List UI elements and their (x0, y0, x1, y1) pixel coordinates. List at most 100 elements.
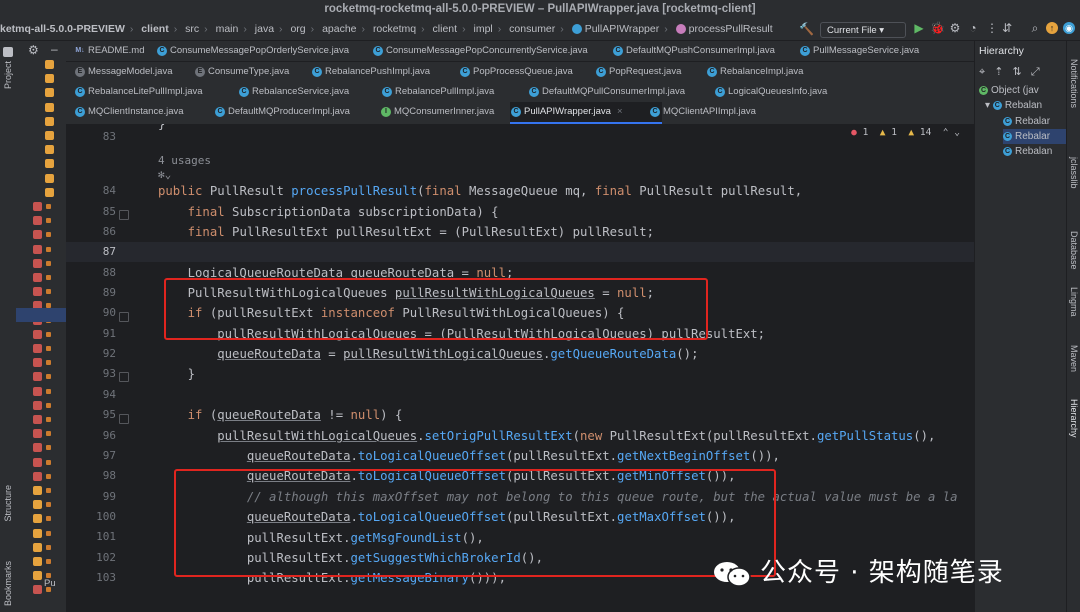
breadcrumb-item[interactable]: apache (322, 18, 356, 40)
gear-icon[interactable]: ⚙ (28, 43, 39, 57)
breadcrumb-item[interactable]: consumer (509, 18, 555, 40)
tree-node-icon[interactable] (45, 74, 54, 84)
vcs-icon[interactable]: ⇵ (1000, 21, 1014, 35)
run-configuration-select[interactable]: Current File ▾ (820, 22, 906, 38)
tree-node-icon[interactable] (33, 329, 42, 339)
expand-icon[interactable]: ⤢ (1031, 66, 1040, 78)
breadcrumb-item[interactable]: org (290, 18, 305, 40)
tab-rebalance-impl[interactable]: C RebalanceImpl.java (706, 62, 803, 82)
tree-node-icon[interactable] (33, 273, 42, 282)
tree-node-icon[interactable] (33, 500, 42, 510)
tab-default-mq-producer-impl[interactable]: C DefaultMQProducerImpl.java (214, 102, 350, 122)
tab-mq-client-instance[interactable]: C MQClientInstance.java (74, 102, 184, 122)
fold-marker[interactable] (119, 312, 129, 322)
tree-node-icon[interactable] (45, 60, 54, 69)
tree-node-icon[interactable] (33, 542, 42, 552)
breadcrumb-item[interactable]: processPullResult (675, 18, 773, 40)
profile-icon[interactable]: ◔ (966, 21, 980, 35)
tree-node-icon[interactable] (33, 571, 42, 581)
tab-rebalance-service[interactable]: C RebalanceService.java (238, 82, 349, 102)
breadcrumb-item[interactable]: client (141, 18, 168, 40)
project-tool-label[interactable]: Project (3, 61, 13, 89)
tree-node-icon[interactable] (45, 102, 54, 112)
sort-icon[interactable]: ⇅ (1013, 66, 1022, 78)
update-icon[interactable]: ↑ (1046, 22, 1058, 34)
tab-pop-process-queue[interactable]: C PopProcessQueue.java (459, 62, 573, 82)
tab-consume-pop-orderly[interactable]: C ConsumeMessagePopOrderlyService.java (156, 41, 349, 61)
tree-node-icon[interactable] (45, 145, 54, 155)
notifications-tool-label[interactable]: Notifications (1069, 59, 1079, 108)
tab-pop-request[interactable]: C PopRequest.java (595, 62, 681, 82)
minimize-icon[interactable]: – (51, 42, 58, 56)
tree-node-icon[interactable] (33, 429, 42, 439)
hierarchy-root[interactable]: C Object (jav (979, 83, 1039, 98)
inspection-widget[interactable]: ● 1 ▲ 1 ▲ 14 ⌃ ⌄ (851, 127, 960, 138)
tree-node-icon[interactable] (33, 415, 42, 424)
tree-node-icon[interactable] (45, 187, 54, 197)
jclasslib-tool-label[interactable]: jclasslib (1069, 157, 1079, 189)
tree-node-icon[interactable] (33, 486, 42, 495)
tab-logical-queues-info[interactable]: C LogicalQueuesInfo.java (714, 82, 827, 102)
maven-tool-label[interactable]: Maven (1069, 345, 1079, 372)
tree-node-icon[interactable] (33, 585, 42, 595)
breadcrumb-item[interactable]: ketmq-all-5.0.0-PREVIEW (0, 18, 125, 40)
fold-marker[interactable] (119, 414, 129, 424)
supertypes-icon[interactable]: ⇡ (994, 66, 1003, 78)
coverage-icon[interactable]: ⚙ (948, 21, 962, 35)
breadcrumb-item[interactable]: impl (473, 18, 492, 40)
code-editor[interactable]: ● 1 ▲ 1 ▲ 14 ⌃ ⌄ 83 84 85 86 87 88 89 90… (66, 124, 974, 612)
tree-node-icon[interactable] (33, 216, 42, 226)
tree-node-icon[interactable] (33, 358, 42, 368)
tree-node-icon[interactable] (33, 244, 42, 254)
tree-node-icon[interactable] (33, 443, 42, 453)
tab-rebalance-push-impl[interactable]: C RebalancePushImpl.java (311, 62, 430, 82)
tree-node-icon[interactable] (45, 131, 54, 140)
tree-node-icon[interactable] (33, 386, 42, 396)
tree-node-icon[interactable] (33, 514, 42, 524)
tab-pull-message-service[interactable]: C PullMessageService.java (799, 41, 919, 61)
tree-node-icon[interactable] (45, 173, 54, 183)
tab-mq-client-api-impl[interactable]: C MQClientAPIImpl.java (649, 102, 756, 122)
hierarchy-item[interactable]: ▾ C Rebalan (985, 98, 1042, 113)
tab-rebalance-lite-pull-impl[interactable]: C RebalanceLitePullImpl.java (74, 82, 203, 102)
tree-node-icon[interactable] (45, 159, 54, 169)
build-hammer-icon[interactable]: 🔨 (799, 22, 814, 36)
tab-default-mq-pull-consumer-impl[interactable]: C DefaultMQPullConsumerImpl.java (528, 82, 685, 102)
tree-node-icon[interactable] (33, 258, 42, 268)
breadcrumb-item[interactable]: client (433, 18, 458, 40)
tab-consume-type[interactable]: E ConsumeType.java (194, 62, 289, 82)
chevron-down-icon[interactable]: ⌄ (954, 127, 960, 138)
tab-consume-pop-concurrently[interactable]: C ConsumeMessagePopConcurrentlyService.ja… (372, 41, 588, 61)
subtypes-icon[interactable]: ⌖ (979, 66, 985, 78)
tree-node-icon[interactable] (45, 88, 54, 98)
tree-node-icon[interactable] (33, 457, 42, 467)
tree-node-icon[interactable] (33, 528, 42, 538)
tree-selected-row[interactable] (16, 308, 66, 322)
hierarchy-item-selected[interactable]: C Rebalar (1003, 129, 1067, 144)
ai-hint-icon[interactable]: ✻⌄ (158, 168, 171, 181)
tree-node-icon[interactable] (33, 471, 42, 481)
debug-icon[interactable]: 🐞 (930, 21, 945, 35)
tab-pull-api-wrapper[interactable]: C PullAPIWrapper.java × (510, 102, 662, 124)
tree-node-icon[interactable] (33, 372, 42, 382)
breadcrumb-item[interactable]: main (216, 18, 239, 40)
tree-node-icon[interactable] (33, 202, 42, 211)
tree-node-icon[interactable] (33, 557, 42, 566)
breadcrumb-item[interactable]: src (185, 18, 199, 40)
search-icon[interactable]: ⌕ (1028, 21, 1042, 35)
breadcrumb-item[interactable]: java (255, 18, 274, 40)
lingma-tool-label[interactable]: Lingma (1069, 287, 1079, 317)
tab-mq-consumer-inner[interactable]: I MQConsumerInner.java (380, 102, 494, 122)
tab-message-model[interactable]: E MessageModel.java (74, 62, 173, 82)
tree-node-icon[interactable] (33, 400, 42, 410)
tree-item-label[interactable]: Pu (44, 578, 56, 589)
structure-tool-label[interactable]: Structure (3, 485, 13, 522)
tab-rebalance-pull-impl[interactable]: C RebalancePullImpl.java (381, 82, 494, 102)
project-icon[interactable] (3, 47, 13, 57)
tab-default-mq-push-consumer-impl[interactable]: C DefaultMQPushConsumerImpl.java (612, 41, 775, 61)
hierarchy-item[interactable]: C Rebalan (1003, 144, 1052, 159)
fold-marker[interactable] (119, 210, 129, 220)
tree-node-icon[interactable] (33, 230, 42, 240)
chevron-up-icon[interactable]: ⌃ (943, 127, 949, 138)
ai-assistant-icon[interactable]: ◉ (1063, 22, 1075, 34)
